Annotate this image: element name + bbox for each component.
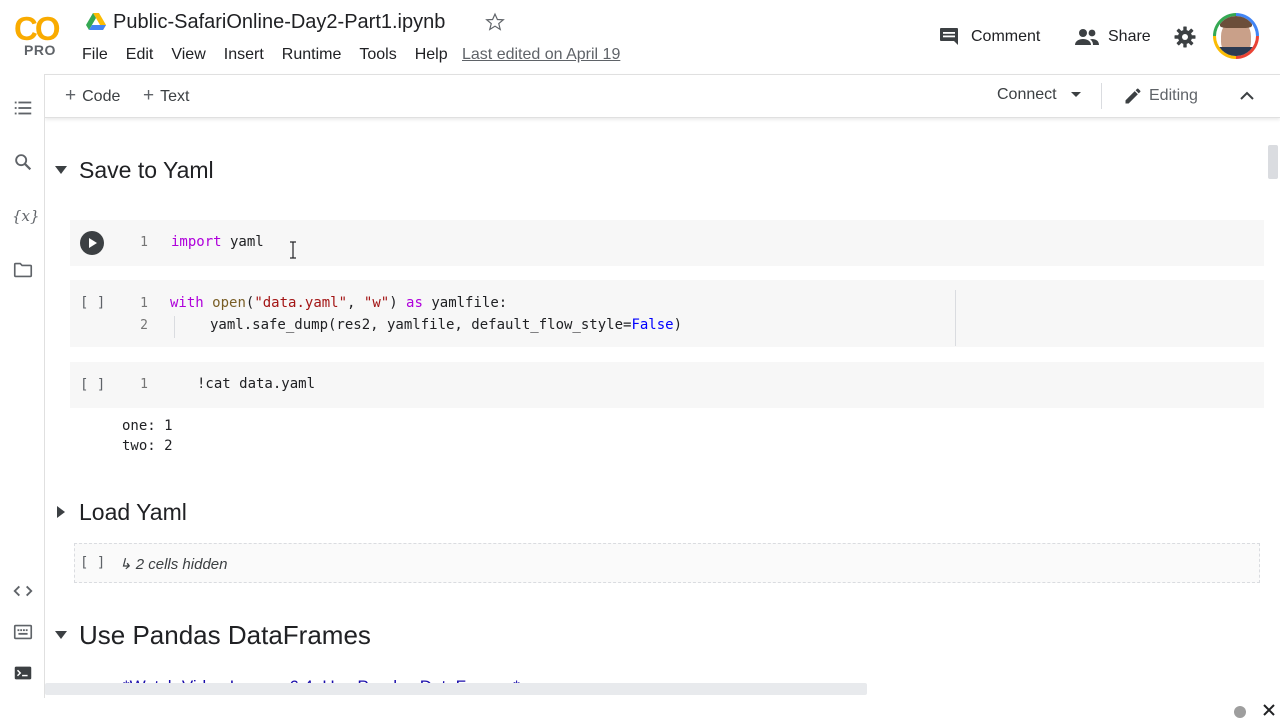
menu-tools[interactable]: Tools bbox=[359, 44, 396, 68]
section-title: Use Pandas DataFrames bbox=[79, 619, 371, 650]
cell-output-line: one: 1 bbox=[122, 418, 173, 434]
line-number: 1 bbox=[140, 296, 148, 311]
add-text-label: Text bbox=[160, 88, 190, 105]
code-cell[interactable]: 1 import yaml bbox=[70, 220, 1264, 266]
run-cell-button[interactable] bbox=[80, 231, 104, 255]
code-snippets-icon[interactable] bbox=[12, 580, 34, 602]
pencil-icon bbox=[1125, 88, 1141, 104]
notebook-content: Save to Yaml 1 import yaml [ ] 1 2 with … bbox=[45, 117, 1265, 689]
code-text: yaml.safe_dump(res2, yamlfile, default_f… bbox=[210, 317, 632, 333]
pro-badge: PRO bbox=[24, 42, 56, 58]
section-header-load-yaml[interactable]: Load Yaml bbox=[45, 492, 187, 532]
share-label: Share bbox=[1108, 28, 1151, 45]
collapse-triangle-icon[interactable] bbox=[53, 631, 69, 639]
search-icon[interactable] bbox=[12, 151, 34, 173]
add-code-button[interactable]: + Code bbox=[65, 85, 120, 107]
people-icon bbox=[1075, 29, 1099, 45]
execution-count[interactable]: [ ] bbox=[80, 377, 105, 393]
line-number: 1 bbox=[140, 377, 148, 392]
comment-button[interactable]: Comment bbox=[937, 22, 1040, 52]
chevron-up-icon[interactable] bbox=[1238, 87, 1256, 105]
menu-insert[interactable]: Insert bbox=[224, 44, 264, 68]
menu-view[interactable]: View bbox=[171, 44, 205, 68]
code-cell[interactable]: [ ] 1 !cat data.yaml bbox=[70, 362, 1264, 408]
close-icon[interactable] bbox=[1262, 703, 1276, 717]
folder-icon[interactable] bbox=[12, 259, 34, 281]
code-string: "data.yaml" bbox=[254, 295, 348, 311]
status-indicator bbox=[1234, 706, 1246, 718]
left-sidebar: {x} bbox=[0, 74, 45, 698]
plus-icon: + bbox=[143, 85, 155, 106]
code-string: "w" bbox=[363, 295, 390, 311]
variables-icon[interactable]: {x} bbox=[12, 205, 40, 227]
code-text: yamlfile: bbox=[422, 295, 508, 311]
google-drive-icon[interactable] bbox=[86, 13, 106, 31]
line-number: 1 bbox=[140, 235, 148, 250]
app-header: CO PRO Public-SafariOnline-Day2-Part1.ip… bbox=[0, 0, 1280, 74]
menu-help[interactable]: Help bbox=[415, 44, 448, 68]
code-line[interactable]: import yaml bbox=[171, 234, 264, 250]
command-palette-icon[interactable] bbox=[12, 621, 34, 643]
last-edited-link[interactable]: Last edited on April 19 bbox=[462, 46, 620, 64]
terminal-icon[interactable] bbox=[12, 662, 34, 684]
menu-edit[interactable]: Edit bbox=[126, 44, 154, 68]
section-header-save-yaml[interactable]: Save to Yaml bbox=[45, 150, 214, 190]
colab-logo[interactable]: CO PRO bbox=[12, 10, 68, 60]
add-code-label: Code bbox=[82, 88, 121, 105]
code-text: , bbox=[347, 295, 364, 311]
code-text: ) bbox=[389, 295, 407, 311]
cell-output-line: two: 2 bbox=[122, 438, 173, 454]
connect-button[interactable]: Connect bbox=[997, 86, 1081, 104]
add-text-button[interactable]: + Text bbox=[143, 85, 189, 107]
code-function: open bbox=[212, 295, 246, 311]
code-keyword: import bbox=[171, 234, 222, 250]
section-title: Save to Yaml bbox=[79, 156, 214, 183]
execution-count[interactable]: [ ] bbox=[80, 555, 105, 571]
star-icon[interactable] bbox=[485, 12, 505, 32]
ruler-line bbox=[955, 290, 956, 346]
share-button[interactable]: Share bbox=[1074, 22, 1151, 52]
editing-mode-button[interactable]: Editing bbox=[1123, 84, 1198, 108]
table-of-contents-icon[interactable] bbox=[12, 97, 34, 119]
section-title: Load Yaml bbox=[79, 498, 187, 525]
code-keyword: with bbox=[170, 295, 204, 311]
section-header-pandas[interactable]: Use Pandas DataFrames bbox=[45, 615, 371, 655]
expand-triangle-icon[interactable] bbox=[53, 506, 69, 518]
code-keyword: as bbox=[406, 295, 423, 311]
code-line[interactable]: yaml.safe_dump(res2, yamlfile, default_f… bbox=[210, 317, 682, 333]
comment-icon bbox=[940, 28, 958, 45]
code-text: yaml bbox=[221, 234, 264, 250]
code-cell[interactable]: [ ] 1 2 with open("data.yaml", "w") as y… bbox=[70, 280, 1264, 347]
toolbar-divider bbox=[1101, 83, 1102, 109]
text-cursor-icon bbox=[290, 241, 296, 259]
execution-count[interactable]: [ ] bbox=[80, 295, 105, 311]
code-text: ) bbox=[673, 317, 683, 333]
code-line[interactable]: !cat data.yaml bbox=[197, 376, 315, 392]
caret-down-icon bbox=[1070, 92, 1081, 98]
menu-runtime[interactable]: Runtime bbox=[282, 44, 342, 68]
line-number: 2 bbox=[140, 318, 148, 333]
editing-label: Editing bbox=[1149, 87, 1198, 104]
code-constant: False bbox=[631, 317, 674, 333]
avatar-photo bbox=[1216, 16, 1256, 56]
code-line[interactable]: with open("data.yaml", "w") as yamlfile: bbox=[170, 295, 507, 311]
comment-label: Comment bbox=[971, 28, 1041, 45]
vertical-scrollbar[interactable] bbox=[1268, 145, 1278, 179]
plus-icon: + bbox=[65, 85, 77, 106]
user-avatar[interactable] bbox=[1213, 13, 1259, 59]
hidden-cells-indicator[interactable]: [ ] ↳ 2 cells hidden bbox=[74, 543, 1260, 583]
notebook-title[interactable]: Public-SafariOnline-Day2-Part1.ipynb bbox=[113, 11, 445, 34]
connect-label: Connect bbox=[997, 86, 1057, 103]
indent-guide bbox=[174, 316, 175, 338]
menu-bar: File Edit View Insert Runtime Tools Help bbox=[82, 44, 466, 68]
hidden-cells-label: ↳ 2 cells hidden bbox=[119, 556, 228, 573]
gear-icon[interactable] bbox=[1173, 25, 1197, 49]
horizontal-scrollbar[interactable] bbox=[45, 683, 867, 695]
notebook-toolbar: + Code + Text Connect Editing bbox=[45, 74, 1280, 118]
menu-file[interactable]: File bbox=[82, 44, 108, 68]
collapse-triangle-icon[interactable] bbox=[53, 166, 69, 174]
